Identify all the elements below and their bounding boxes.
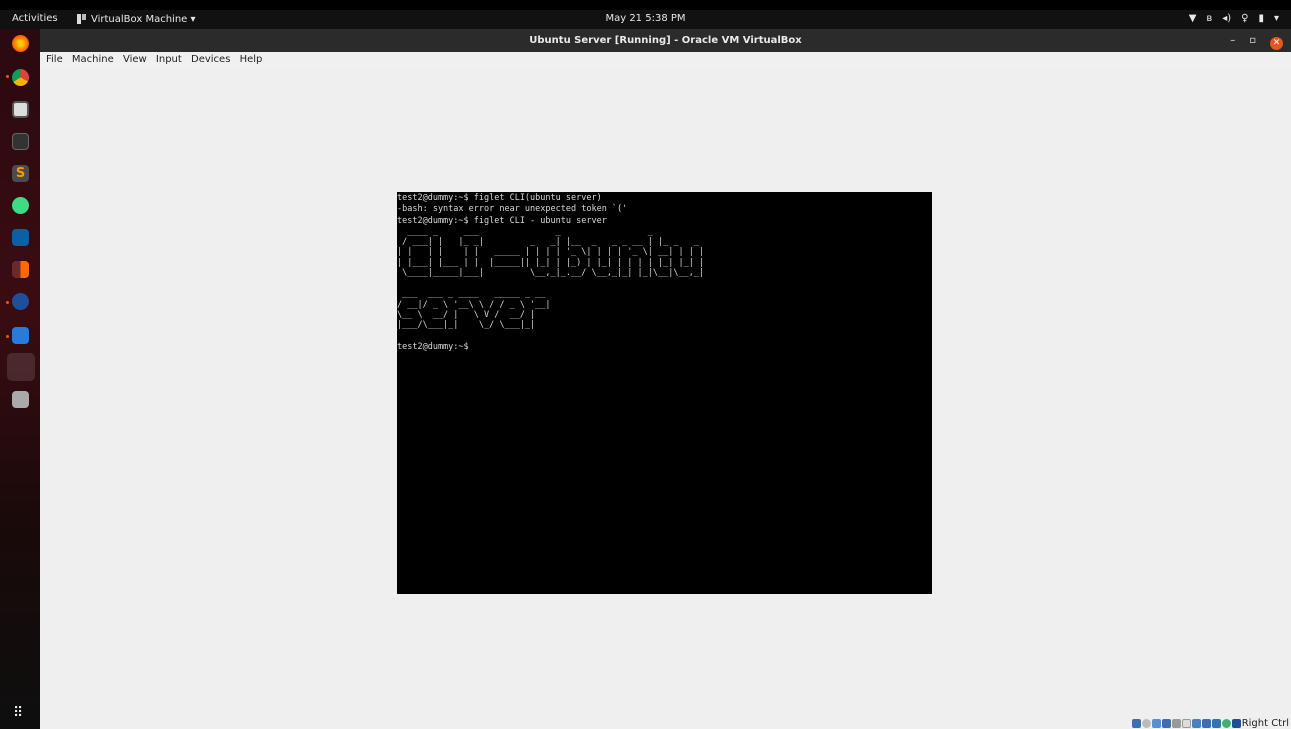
restore-button[interactable]: ▫	[1249, 29, 1256, 52]
menu-machine[interactable]: Machine	[72, 52, 114, 68]
host-key-label[interactable]: Right Ctrl	[1242, 718, 1289, 729]
mouse-integration-icon[interactable]	[1221, 719, 1231, 728]
terminal-prompt: test2@dummy:~$	[397, 341, 469, 352]
figlet-output-line1: ____ _ ___ _ _ / ___| | |_ _| _ _| |__ _…	[397, 226, 705, 279]
chevron-down-icon: ▾	[1273, 13, 1279, 24]
android-studio-icon[interactable]	[12, 197, 29, 214]
menu-help[interactable]: Help	[240, 52, 263, 68]
virtualbox-icon[interactable]	[12, 293, 29, 310]
window-title: Ubuntu Server [Running] - Oracle VM Virt…	[529, 35, 802, 46]
matlab-icon[interactable]	[12, 229, 29, 246]
vm-display-area: test2@dummy:~$ figlet CLI(ubuntu server)…	[40, 68, 1291, 729]
vm-status-bar: Right Ctrl	[1131, 718, 1289, 729]
window-titlebar[interactable]: Ubuntu Server [Running] - Oracle VM Virt…	[40, 29, 1291, 52]
keyboard-icon[interactable]	[1231, 719, 1241, 728]
shared-folders-icon[interactable]	[1181, 719, 1191, 728]
close-button[interactable]: ✕	[1270, 36, 1283, 50]
writer-icon[interactable]	[12, 327, 29, 344]
menu-file[interactable]: File	[46, 52, 63, 68]
menu-bar: File Machine View Input Devices Help	[40, 52, 1291, 69]
minimize-button[interactable]: –	[1230, 29, 1235, 52]
figlet-output-line2: ___ ___ _ ____ _____ _ __ / __|/ _ \ '__…	[397, 289, 551, 331]
running-indicator	[6, 335, 9, 338]
menu-input[interactable]: Input	[156, 52, 182, 68]
mic-icon: ♀	[1241, 13, 1249, 24]
usb-icon[interactable]	[1171, 719, 1181, 728]
display-icon[interactable]	[1191, 719, 1201, 728]
video-capture-icon[interactable]	[1201, 719, 1211, 728]
top-bar: Activities VirtualBox Machine ▾ May 21 5…	[0, 10, 1291, 29]
battery-icon: ▮	[1258, 13, 1264, 24]
active-window-icon[interactable]	[7, 353, 35, 381]
audio-icon[interactable]	[1151, 719, 1161, 728]
system-tray[interactable]: ▼ ʙ ◂) ♀ ▮ ▾	[1189, 13, 1279, 24]
terminal-line: test2@dummy:~$ figlet CLI(ubuntu server)	[397, 193, 602, 203]
hard-disk-icon[interactable]	[1131, 719, 1141, 728]
menu-view[interactable]: View	[123, 52, 147, 68]
volume-icon: ◂)	[1222, 13, 1232, 24]
menu-devices[interactable]: Devices	[191, 52, 230, 68]
clock[interactable]: May 21 5:38 PM	[0, 13, 1291, 24]
show-apps-icon[interactable]: ⠿	[13, 705, 23, 721]
vm-console[interactable]: test2@dummy:~$ figlet CLI(ubuntu server)…	[397, 192, 932, 594]
disk-icon[interactable]	[12, 391, 29, 408]
running-indicator	[6, 301, 9, 304]
optical-drive-icon[interactable]	[1141, 719, 1151, 728]
terminal-line: test2@dummy:~$ figlet CLI - ubuntu serve…	[397, 215, 607, 226]
sublime-icon[interactable]: S	[12, 165, 29, 182]
files-icon[interactable]	[12, 101, 29, 118]
terminal-line: -bash: syntax error near unexpected toke…	[397, 204, 628, 215]
bluetooth-icon: ʙ	[1206, 13, 1213, 24]
chrome-icon[interactable]	[12, 69, 29, 86]
running-indicator	[6, 75, 9, 78]
firefox-icon[interactable]	[12, 35, 29, 52]
dock: S ⠿	[0, 29, 40, 729]
wifi-icon: ▼	[1188, 13, 1197, 24]
cpu-icon[interactable]	[1211, 719, 1221, 728]
terminal-icon[interactable]	[12, 133, 29, 150]
app-icon[interactable]	[12, 261, 29, 278]
network-icon[interactable]	[1161, 719, 1171, 728]
